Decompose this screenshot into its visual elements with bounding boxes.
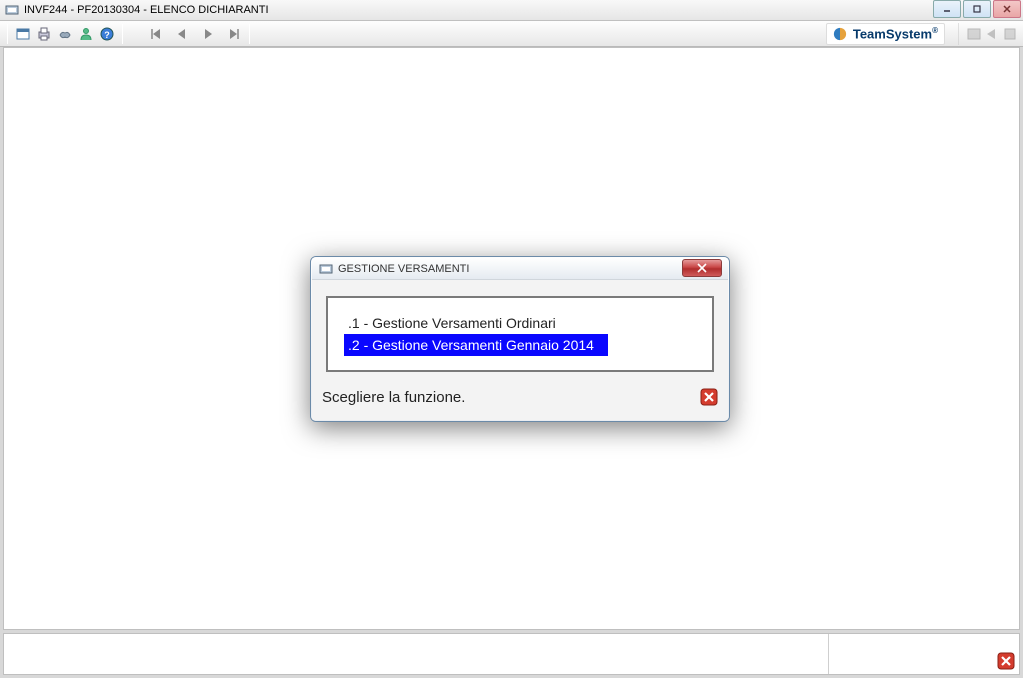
dialog-titlebar: GESTIONE VERSAMENTI [312,258,728,280]
toolbar-separator [122,24,123,44]
preview-button[interactable] [14,25,32,43]
dialog-footer-text: Scegliere la funzione. [322,389,465,406]
print-button[interactable] [35,25,53,43]
right-tools [958,23,1019,45]
dialog-cancel-icon[interactable] [700,388,718,406]
nav-group [147,25,243,43]
toolbar: ? TeamSystem® [0,21,1023,47]
cancel-icon[interactable] [997,652,1015,670]
tool-arrow-icon[interactable] [985,27,1001,41]
status-bar [3,633,1020,675]
option-2[interactable]: .2 - Gestione Versamenti Gennaio 2014 [344,334,608,356]
brand-text: TeamSystem® [853,26,938,41]
option-1[interactable]: .1 - Gestione Versamenti Ordinari [332,312,708,334]
prev-button[interactable] [173,25,191,43]
help-button[interactable]: ? [98,25,116,43]
next-button[interactable] [199,25,217,43]
tool-icon[interactable] [1003,27,1019,41]
main-titlebar: INVF244 - PF20130304 - ELENCO DICHIARANT… [0,0,1023,21]
dialog-gestione-versamenti: GESTIONE VERSAMENTI .1 - Gestione Versam… [310,256,730,422]
maximize-button[interactable] [963,0,991,18]
grab-button[interactable] [56,25,74,43]
dialog-footer: Scegliere la funzione. [312,378,728,420]
user-button[interactable] [77,25,95,43]
window-title: INVF244 - PF20130304 - ELENCO DICHIARANT… [24,4,269,16]
status-right [829,634,1019,674]
dialog-close-button[interactable] [682,259,722,277]
toolbar-separator [7,24,8,44]
tool-icon[interactable] [967,27,983,41]
status-main [4,634,829,674]
main-window: INVF244 - PF20130304 - ELENCO DICHIARANT… [0,0,1023,678]
dialog-title: GESTIONE VERSAMENTI [338,263,469,275]
toolbar-separator [249,24,250,44]
last-button[interactable] [225,25,243,43]
close-button[interactable] [993,0,1021,18]
dialog-icon [318,261,334,277]
brand-logo[interactable]: TeamSystem® [826,23,945,45]
svg-text:?: ? [104,30,110,40]
dialog-body: .1 - Gestione Versamenti Ordinari .2 - G… [312,280,728,378]
app-icon [4,2,20,18]
window-controls [933,0,1021,18]
first-button[interactable] [147,25,165,43]
option-list: .1 - Gestione Versamenti Ordinari .2 - G… [326,296,714,372]
minimize-button[interactable] [933,0,961,18]
